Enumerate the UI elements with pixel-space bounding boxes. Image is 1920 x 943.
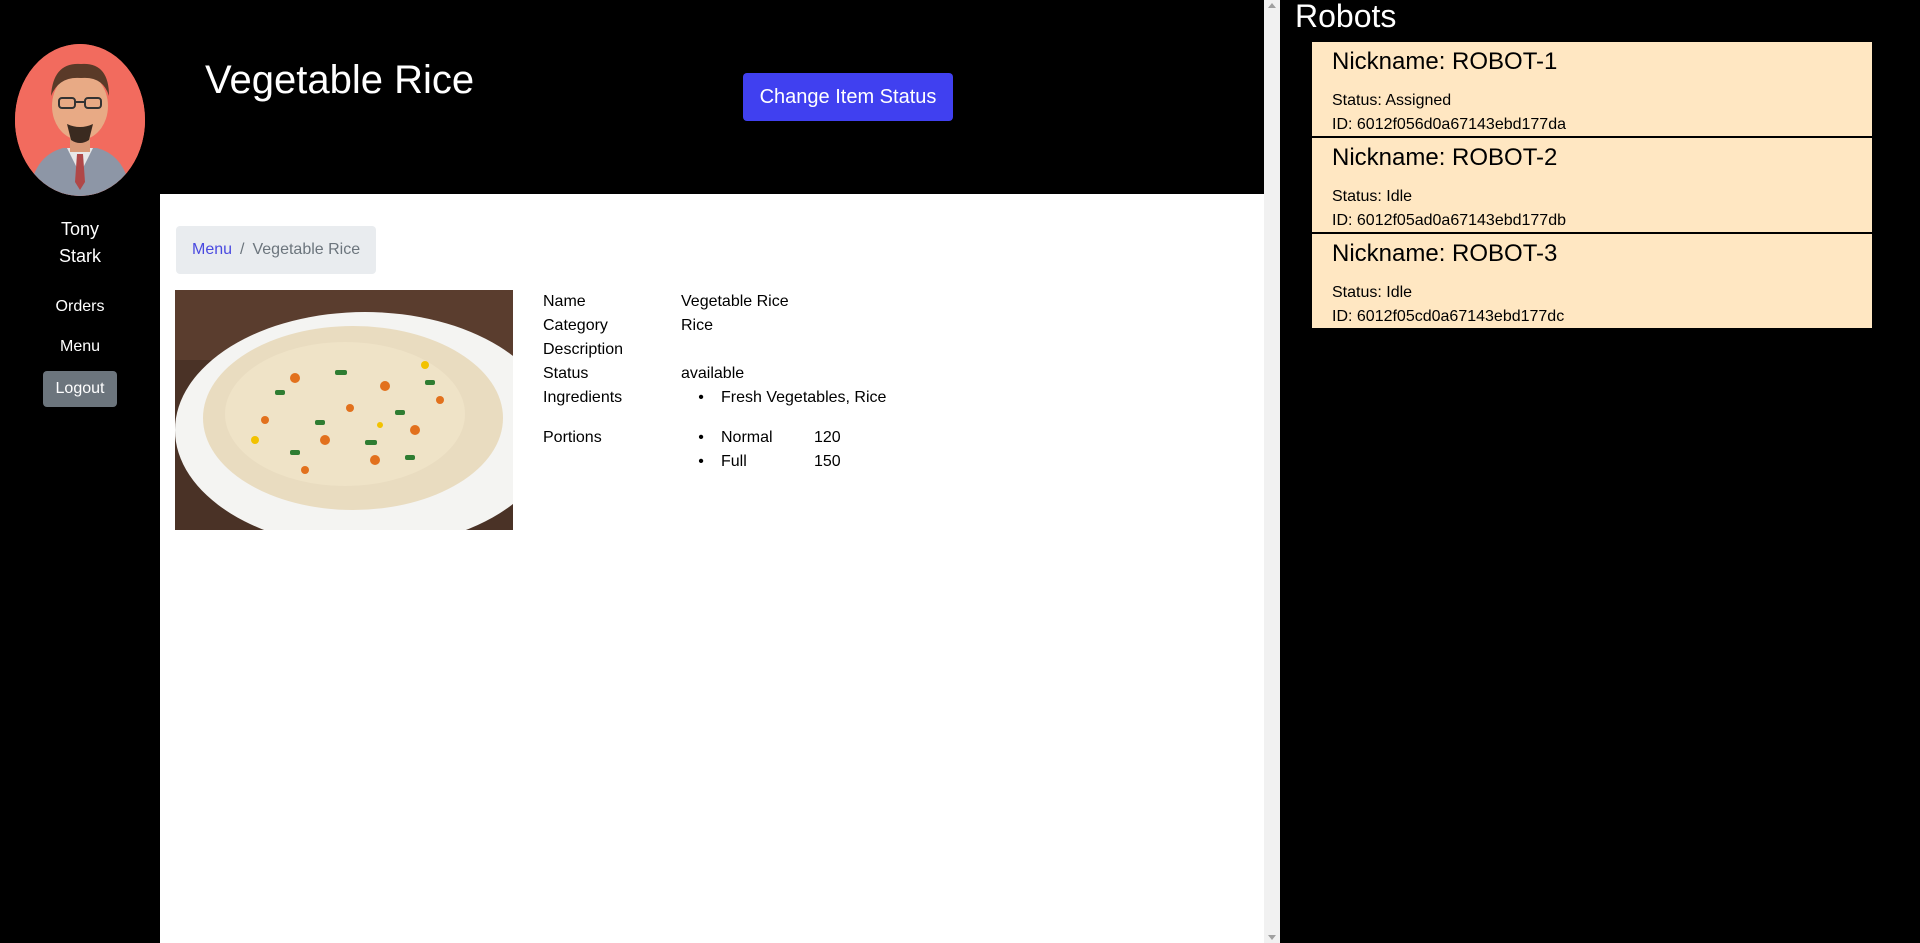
nav-orders-link[interactable]: Orders: [0, 298, 160, 316]
description-label: Description: [543, 341, 624, 358]
page-title: Vegetable Rice: [205, 58, 475, 102]
main-content: Menu / Vegetable Rice Name Vegetable Ric…: [160, 194, 1264, 943]
portion-price: 120: [814, 429, 841, 446]
breadcrumb: Menu / Vegetable Rice: [176, 226, 376, 274]
portion-name: Normal: [721, 429, 773, 446]
robot-nickname: Nickname: ROBOT-3: [1332, 240, 1558, 267]
portion-item: • Normal 120: [681, 426, 841, 450]
scrollbar[interactable]: [1264, 0, 1280, 943]
robot-card[interactable]: Nickname: ROBOT-3 Status: Idle ID: 6012f…: [1312, 234, 1872, 328]
user-name: Tony Stark: [0, 216, 160, 270]
bullet-icon: •: [698, 453, 704, 470]
status-value: available: [681, 365, 745, 382]
scroll-down-icon[interactable]: [1268, 935, 1276, 940]
ingredients-value: Fresh Vegetables, Rice: [721, 389, 887, 406]
scroll-up-icon[interactable]: [1268, 3, 1276, 8]
robots-title: Robots: [1295, 0, 1397, 34]
robots-panel: Robots Nickname: ROBOT-1 Status: Assigne…: [1280, 0, 1920, 943]
logout-button[interactable]: Logout: [43, 371, 117, 407]
portions-label: Portions: [543, 429, 602, 446]
breadcrumb-menu-link[interactable]: Menu: [192, 241, 232, 258]
change-item-status-button[interactable]: Change Item Status: [743, 73, 953, 121]
breadcrumb-current: Vegetable Rice: [252, 241, 361, 258]
ingredients-list-item: • Fresh Vegetables, Rice: [681, 386, 886, 410]
bullet-icon: •: [698, 389, 704, 406]
avatar: [15, 44, 145, 196]
portion-name: Full: [721, 453, 747, 470]
name-value: Vegetable Rice: [681, 293, 789, 310]
portion-item: • Full 150: [681, 450, 841, 474]
robot-id: ID: 6012f05cd0a67143ebd177dc: [1332, 308, 1565, 325]
category-label: Category: [543, 317, 608, 334]
ingredients-label: Ingredients: [543, 389, 623, 406]
breadcrumb-separator: /: [240, 241, 245, 258]
food-photo: [175, 290, 513, 530]
robot-status: Status: Assigned: [1332, 92, 1452, 109]
robot-id: ID: 6012f056d0a67143ebd177da: [1332, 116, 1566, 133]
name-label: Name: [543, 293, 586, 310]
user-last-name: Stark: [58, 246, 101, 266]
robot-status: Status: Idle: [1332, 284, 1413, 301]
robot-card[interactable]: Nickname: ROBOT-2 Status: Idle ID: 6012f…: [1312, 138, 1872, 232]
header: Vegetable Rice Change Item Status: [160, 0, 1264, 194]
robot-nickname: Nickname: ROBOT-1: [1332, 48, 1558, 75]
user-first-name: Tony: [60, 219, 100, 239]
nav-menu-link[interactable]: Menu: [0, 338, 160, 356]
portion-price: 150: [814, 453, 841, 470]
category-value: Rice: [681, 317, 714, 334]
status-label: Status: [543, 365, 589, 382]
sidebar: Tony Stark Orders Menu Logout: [0, 0, 160, 943]
robot-card[interactable]: Nickname: ROBOT-1 Status: Assigned ID: 6…: [1312, 42, 1872, 136]
bullet-icon: •: [698, 429, 704, 446]
robot-status: Status: Idle: [1332, 188, 1413, 205]
robot-nickname: Nickname: ROBOT-2: [1332, 144, 1558, 171]
robot-id: ID: 6012f05ad0a67143ebd177db: [1332, 212, 1566, 229]
